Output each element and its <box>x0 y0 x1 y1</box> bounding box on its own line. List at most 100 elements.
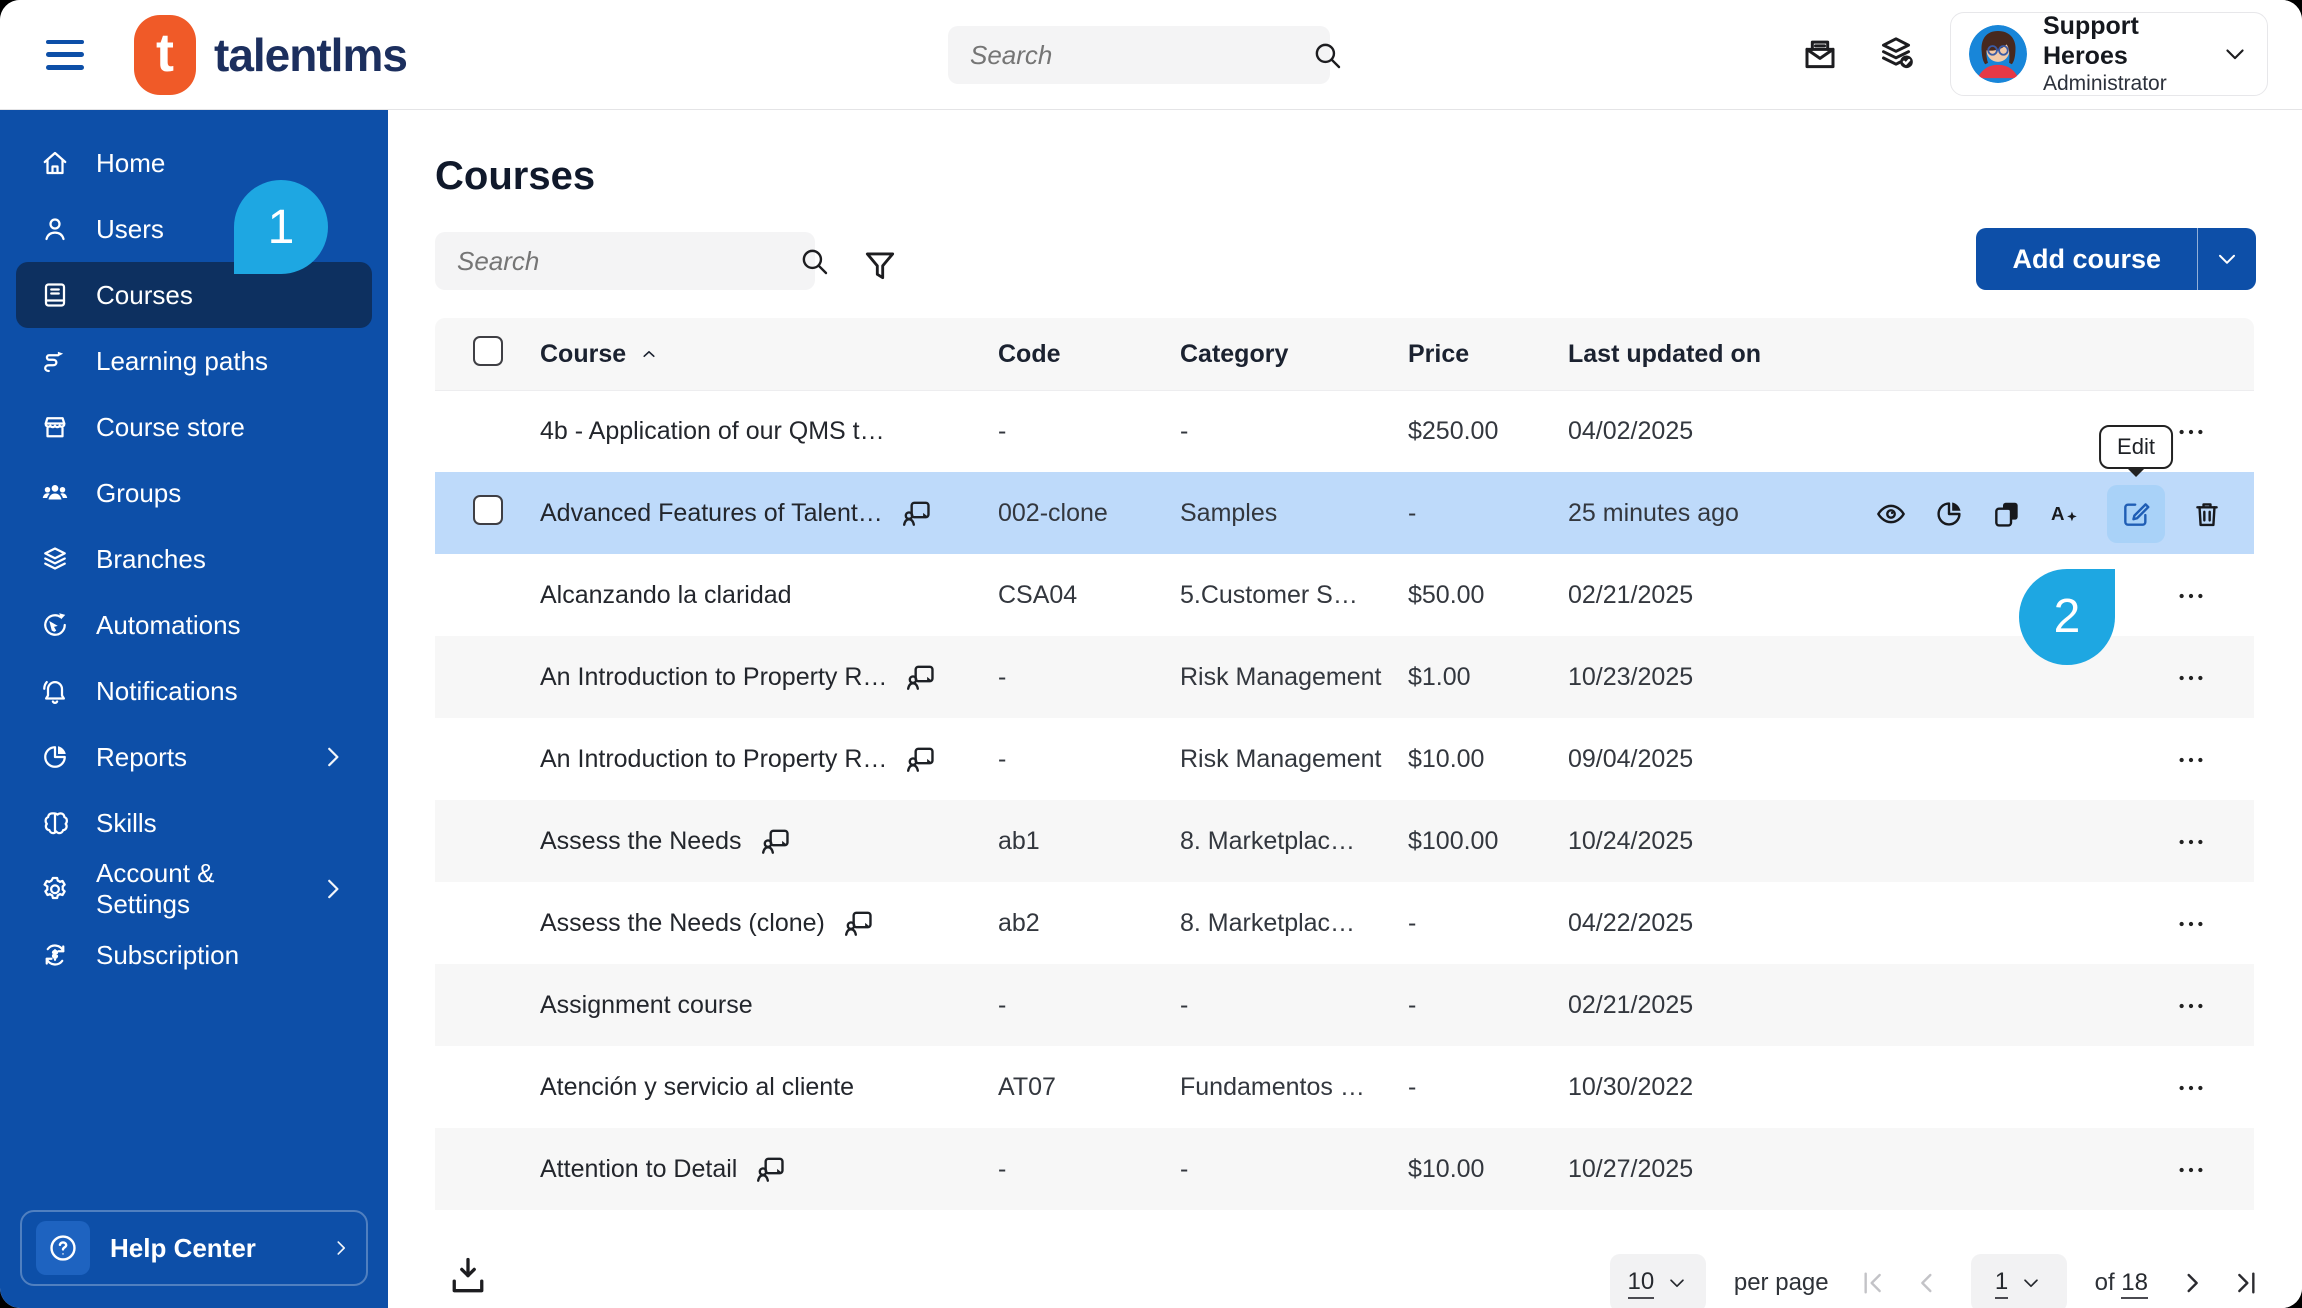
per-page-label: per page <box>1733 1269 1829 1296</box>
sidebar-item-skills[interactable]: Skills <box>16 790 372 856</box>
row-menu-button[interactable] <box>2172 417 2210 447</box>
user-name: Support Heroes <box>2043 12 2139 71</box>
row-menu-button[interactable] <box>2172 1155 2210 1185</box>
row-menu-button[interactable] <box>2172 745 2210 775</box>
sidebar-item-account-settings[interactable]: Account & Settings <box>16 856 372 922</box>
course-search-input[interactable] <box>455 244 798 278</box>
help-center-button[interactable]: Help Center <box>20 1210 368 1286</box>
trash-icon[interactable] <box>2191 498 2223 530</box>
sidebar-item-label: Learning paths <box>96 345 269 376</box>
table-row[interactable]: Assess the Needs (clone) ab2 8. Marketplac… <box>435 882 2254 964</box>
first-page-icon[interactable] <box>1857 1267 1889 1299</box>
per-page-select[interactable]: 10 <box>1609 1254 1706 1308</box>
sidebar: Home Users Courses Learning paths Course sto… <box>0 110 388 1308</box>
course-updated: 02/21/2025 <box>1568 581 1694 609</box>
page-title: Courses <box>435 154 596 198</box>
column-course[interactable]: Course <box>540 340 998 369</box>
table-row[interactable]: Assignment course - - - 02/21/2025 <box>435 964 2254 1046</box>
row-menu-button[interactable] <box>2172 663 2210 693</box>
course-title[interactable]: Assess the Needs (clone) <box>540 909 825 938</box>
sidebar-item-label: Automations <box>96 609 241 640</box>
sidebar-nav: Home Users Courses Learning paths Course sto… <box>0 110 388 988</box>
pie-chart-icon[interactable] <box>1933 498 1965 530</box>
row-menu-button[interactable] <box>2172 909 2210 939</box>
course-title[interactable]: Alcanzando la claridad <box>540 581 792 610</box>
add-course-label[interactable]: Add course <box>1976 228 2198 290</box>
row-menu-button[interactable] <box>2172 827 2210 857</box>
sidebar-item-label: Branches <box>96 543 206 574</box>
course-title[interactable]: 4b - Application of our QMS t… <box>540 417 885 446</box>
callout-step-2: 2 <box>2019 568 2115 665</box>
course-title[interactable]: Attention to Detail <box>540 1155 737 1184</box>
sidebar-item-notifications[interactable]: Notifications <box>16 658 372 724</box>
sidebar-item-label: Skills <box>96 807 157 838</box>
branch-switch-icon[interactable] <box>1876 33 1916 73</box>
sidebar-item-learning-paths[interactable]: Learning paths <box>16 328 372 394</box>
course-code: - <box>998 1155 1007 1183</box>
inbox-message-icon[interactable] <box>1800 35 1840 75</box>
course-updated: 09/04/2025 <box>1568 745 1694 773</box>
edit-tooltip: Edit <box>2099 424 2173 469</box>
table-row[interactable]: Attention to Detail - - $10.00 10/27/2025 <box>435 1128 2254 1210</box>
course-code: ab1 <box>998 827 1040 855</box>
chevron-right-icon <box>318 874 348 904</box>
course-title[interactable]: Assignment course <box>540 991 753 1020</box>
course-updated: 04/22/2025 <box>1568 909 1694 937</box>
table-row[interactable]: 4b - Application of our QMS t… - - $250.00 0… <box>435 390 2254 472</box>
sidebar-item-label: Reports <box>96 741 188 772</box>
page-select[interactable]: 1 <box>1970 1254 2067 1308</box>
filter-icon[interactable] <box>861 246 899 284</box>
row-menu-button[interactable] <box>2172 1073 2210 1103</box>
sidebar-item-automations[interactable]: Automations <box>16 592 372 658</box>
download-icon[interactable] <box>446 1254 490 1298</box>
sidebar-item-subscription[interactable]: Subscription <box>16 922 372 988</box>
table-row[interactable]: Advanced Features of Talent… 002-clone Sam… <box>435 424 2254 665</box>
course-category: 8. Marketplac… <box>1180 827 1356 855</box>
app-logo[interactable]: t talentlms <box>134 14 408 95</box>
sidebar-item-reports[interactable]: Reports <box>16 724 372 790</box>
add-course-caret[interactable] <box>2198 228 2256 290</box>
course-updated: 04/02/2025 <box>1568 417 1694 445</box>
edit-button[interactable]: Edit 2 <box>2019 424 2173 665</box>
select-all-checkbox[interactable] <box>473 335 503 366</box>
column-last-updated: Last updated on <box>1568 339 1762 368</box>
table-body: 4b - Application of our QMS t… - - $250.00 0… <box>435 390 2254 1210</box>
table-row[interactable]: An Introduction to Property R… - Risk Mana… <box>435 636 2254 718</box>
sidebar-item-groups[interactable]: Groups <box>16 460 372 526</box>
table-row[interactable]: An Introduction to Property R… - Risk Mana… <box>435 718 2254 800</box>
pie-icon <box>40 742 70 772</box>
eye-icon[interactable] <box>1875 498 1907 530</box>
sidebar-item-label: Courses <box>96 279 193 310</box>
row-menu-button[interactable] <box>2172 581 2210 611</box>
groups-icon <box>40 478 70 508</box>
copy-icon[interactable] <box>1991 498 2023 530</box>
course-category: Samples <box>1180 499 1278 527</box>
course-title[interactable]: Advanced Features of Talent… <box>540 499 883 528</box>
next-page-icon[interactable] <box>2176 1267 2208 1299</box>
hamburger-menu-icon[interactable] <box>46 39 84 70</box>
global-search-input[interactable] <box>968 38 1311 72</box>
row-menu-button[interactable] <box>2172 991 2210 1021</box>
sidebar-item-course-store[interactable]: Course store <box>16 394 372 460</box>
course-title[interactable]: Atención y servicio al cliente <box>540 1073 854 1102</box>
course-title[interactable]: An Introduction to Property R… <box>540 663 887 692</box>
table-row[interactable]: Alcanzando la claridad CSA04 5.Customer S…… <box>435 554 2254 636</box>
table-row[interactable]: Assess the Needs ab1 8. Marketplac… $100.00… <box>435 800 2254 882</box>
course-title[interactable]: Assess the Needs <box>540 827 742 856</box>
sidebar-item-branches[interactable]: Branches <box>16 526 372 592</box>
sidebar-item-label: Course store <box>96 411 245 442</box>
prev-page-icon[interactable] <box>1911 1267 1943 1299</box>
translate-icon[interactable]: A <box>2049 498 2081 530</box>
course-title[interactable]: An Introduction to Property R… <box>540 745 887 774</box>
user-profile-menu[interactable]: Support Heroes Administrator <box>1950 12 2268 96</box>
book-icon <box>40 280 70 310</box>
sidebar-item-courses[interactable]: Courses <box>16 262 372 328</box>
course-search <box>435 232 828 290</box>
row-checkbox[interactable] <box>473 495 503 525</box>
add-course-button[interactable]: Add course <box>1976 228 2256 290</box>
course-type-icon <box>905 662 937 694</box>
sidebar-item-home[interactable]: Home <box>16 130 372 196</box>
svg-text:A: A <box>2051 503 2064 524</box>
last-page-icon[interactable] <box>2230 1267 2262 1299</box>
table-row[interactable]: Atención y servicio al cliente AT07 Fundam… <box>435 1046 2254 1128</box>
